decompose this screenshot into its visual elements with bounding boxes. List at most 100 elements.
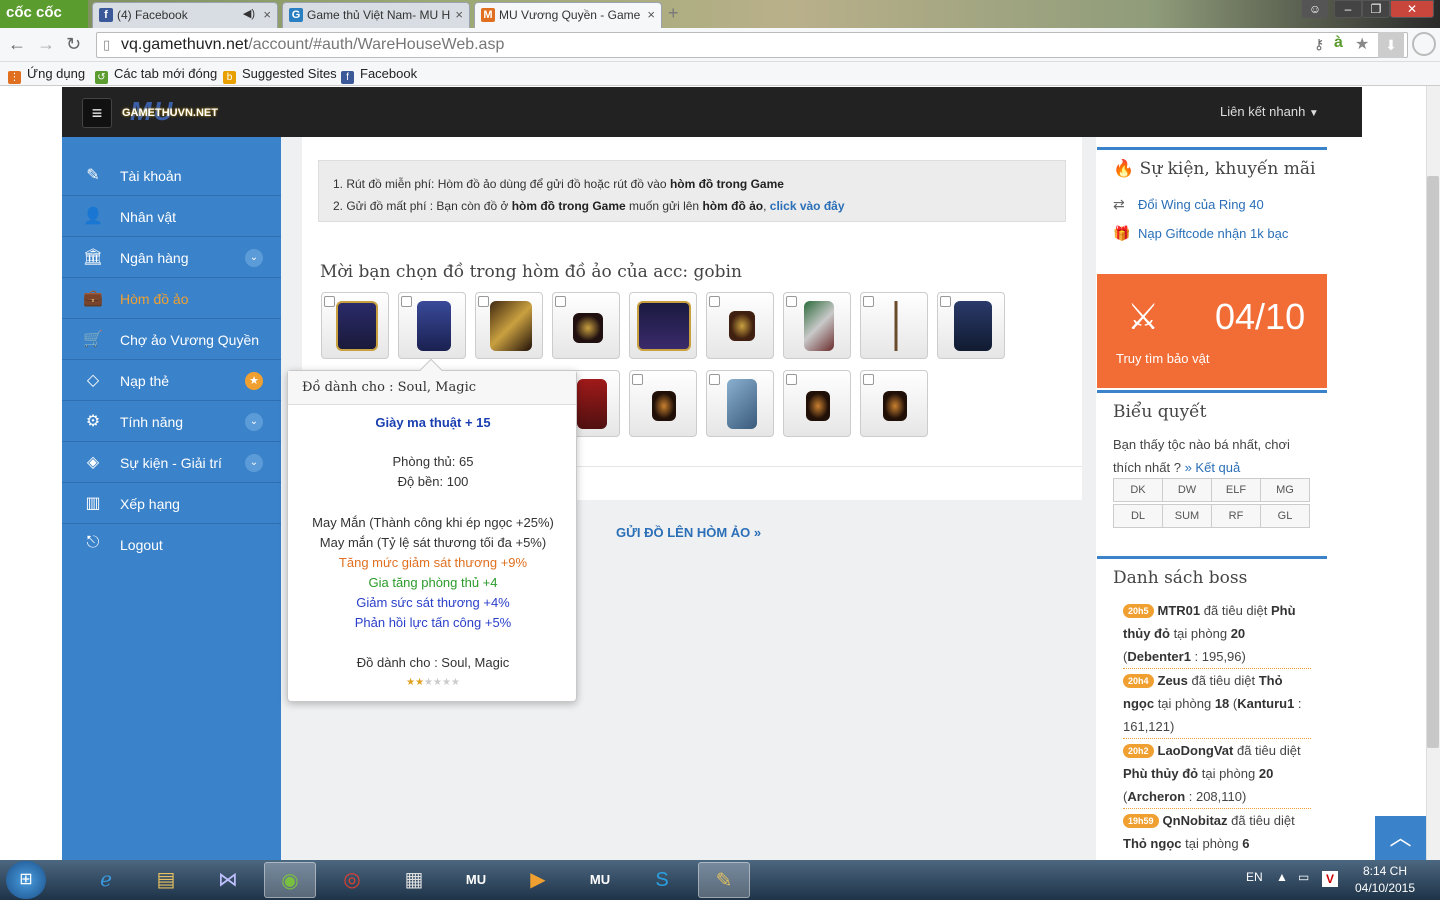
item-slot[interactable]: [398, 292, 466, 359]
item-checkbox[interactable]: [324, 296, 335, 307]
quick-links-dropdown[interactable]: Liên kết nhanh ▼: [1220, 104, 1319, 119]
send-to-chest-link[interactable]: GỬI ĐỒ LÊN HÒM ẢO »: [616, 525, 761, 540]
event-link-wing[interactable]: Đổi Wing của Ring 40: [1138, 197, 1264, 212]
clock-time[interactable]: 8:14 CH: [1350, 864, 1420, 878]
item-slot[interactable]: [706, 370, 774, 437]
bookmark-facebook[interactable]: f Facebook: [341, 66, 417, 84]
item-slot[interactable]: [937, 292, 1005, 359]
show-hidden-icons[interactable]: ▲: [1276, 870, 1288, 884]
bookmark-suggested[interactable]: b Suggested Sites: [223, 66, 337, 84]
item-checkbox[interactable]: [709, 374, 720, 385]
calculator-taskbar-icon[interactable]: ▦: [388, 862, 440, 898]
sidebar-item-features[interactable]: ⚙ Tính năng ⌄: [62, 401, 281, 442]
menu-circle-icon[interactable]: [1412, 32, 1436, 56]
item-slot[interactable]: [629, 370, 697, 437]
item-slot[interactable]: [321, 292, 389, 359]
item-option-blue-1: Giảm sức sát thương +4%: [356, 595, 510, 610]
vietnamese-input-icon[interactable]: à: [1334, 34, 1343, 52]
coccoc-taskbar-icon[interactable]: ◉: [264, 862, 316, 898]
item-slot[interactable]: [475, 292, 543, 359]
tab-facebook[interactable]: f (4) Facebook ◀) ×: [92, 2, 278, 28]
item-checkbox[interactable]: [401, 296, 412, 307]
close-tab-icon[interactable]: ×: [647, 7, 655, 22]
item-checkbox[interactable]: [478, 296, 489, 307]
sidebar-item-virtual-chest[interactable]: 💼 Hòm đồ ảo: [62, 278, 281, 319]
ie-taskbar-icon[interactable]: ℯ: [80, 862, 132, 898]
forward-icon[interactable]: →: [37, 34, 55, 55]
sidebar-item-account[interactable]: ✎ Tài khoản: [62, 155, 281, 196]
item-checkbox[interactable]: [555, 296, 566, 307]
class-button-rf[interactable]: RF: [1211, 504, 1261, 528]
event-link-giftcode[interactable]: Nạp Giftcode nhận 1k bạc: [1138, 226, 1288, 241]
coccoc-logo[interactable]: cốc cốc: [0, 0, 88, 28]
edit-icon: ✎: [86, 167, 100, 184]
class-button-sum[interactable]: SUM: [1162, 504, 1212, 528]
item-slot[interactable]: [552, 292, 620, 359]
item-slot[interactable]: [783, 370, 851, 437]
class-button-dk[interactable]: DK: [1113, 478, 1163, 502]
item-checkbox[interactable]: [863, 374, 874, 385]
sidebar-item-events[interactable]: ◈ Sự kiện - Giải trí ⌄: [62, 442, 281, 483]
unikey-tray-icon[interactable]: V: [1322, 871, 1338, 887]
site-logo[interactable]: MU GAMETHUVN.NET: [122, 96, 242, 126]
chrome-taskbar-icon[interactable]: ◎: [326, 862, 378, 898]
sidebar-item-character[interactable]: 👤 Nhân vật: [62, 196, 281, 237]
sidebar-item-logout[interactable]: ⎋ Logout: [62, 524, 281, 565]
class-button-dl[interactable]: DL: [1113, 504, 1163, 528]
item-slot[interactable]: [783, 292, 851, 359]
class-button-elf[interactable]: ELF: [1211, 478, 1261, 502]
vs-taskbar-icon[interactable]: ⋈: [202, 862, 254, 898]
sidebar-item-bank[interactable]: 🏛 Ngân hàng ⌄: [62, 237, 281, 278]
key-icon[interactable]: ⚷: [1314, 36, 1324, 53]
media-player-taskbar-icon[interactable]: ▶: [512, 862, 564, 898]
new-tab-button[interactable]: +: [668, 4, 688, 24]
clock-date[interactable]: 04/10/2015: [1350, 881, 1420, 895]
item-slot[interactable]: [860, 370, 928, 437]
close-tab-icon[interactable]: ×: [455, 7, 463, 22]
download-icon[interactable]: ⬇: [1378, 32, 1404, 58]
item-checkbox[interactable]: [940, 296, 951, 307]
item-checkbox[interactable]: [632, 374, 643, 385]
item-slot[interactable]: [629, 292, 697, 359]
mu-game-taskbar-icon[interactable]: MU: [574, 862, 626, 898]
user-menu-button[interactable]: ☺: [1302, 0, 1328, 18]
poll-result-link[interactable]: » Kết quả: [1185, 460, 1241, 475]
windows-start-button[interactable]: ⊞: [6, 861, 46, 899]
close-tab-icon[interactable]: ×: [263, 7, 271, 22]
paint-taskbar-icon[interactable]: ✎: [698, 862, 750, 898]
folder-taskbar-icon[interactable]: ▤: [140, 862, 192, 898]
tab-mu-vuong-quyen[interactable]: M MU Vương Quyền - Game ×: [474, 2, 662, 28]
sidebar-item-ranking[interactable]: ▥ Xếp hạng: [62, 483, 281, 524]
hamburger-menu-button[interactable]: ≡: [82, 98, 112, 128]
maximize-button[interactable]: ❐: [1362, 0, 1390, 18]
back-icon[interactable]: ←: [8, 34, 26, 55]
network-icon[interactable]: ▭: [1298, 870, 1309, 884]
scroll-to-top-button[interactable]: ︿: [1375, 816, 1426, 860]
sidebar-item-market[interactable]: 🛒 Chợ ảo Vương Quyền: [62, 319, 281, 360]
tab-gamethu[interactable]: G Game thủ Việt Nam- MU H ×: [282, 2, 470, 28]
minimize-button[interactable]: –: [1334, 0, 1362, 18]
language-indicator[interactable]: EN: [1246, 870, 1263, 884]
scrollbar-thumb[interactable]: [1427, 176, 1439, 748]
treasure-hunt-banner[interactable]: ⚔ 04/10 Truy tìm bảo vật: [1097, 274, 1327, 388]
class-button-gl[interactable]: GL: [1260, 504, 1310, 528]
mu-game-taskbar-icon[interactable]: MU: [450, 862, 502, 898]
item-checkbox[interactable]: [786, 296, 797, 307]
class-button-dw[interactable]: DW: [1162, 478, 1212, 502]
item-checkbox[interactable]: [786, 374, 797, 385]
click-here-link[interactable]: click vào đây: [770, 199, 845, 213]
close-window-button[interactable]: ✕: [1390, 0, 1434, 18]
item-slot[interactable]: [860, 292, 928, 359]
class-button-mg[interactable]: MG: [1260, 478, 1310, 502]
info-line-1: 1. Rút đồ miễn phí: Hòm đồ ảo dùng để gử…: [333, 177, 784, 191]
sidebar-item-topup[interactable]: ◇ Nạp thẻ ★: [62, 360, 281, 401]
skype-taskbar-icon[interactable]: S: [636, 862, 688, 898]
address-bar[interactable]: ▯ vq.gamethuvn.net/account/#auth/WareHou…: [96, 32, 1408, 58]
item-checkbox[interactable]: [709, 296, 720, 307]
reload-icon[interactable]: ↻: [66, 34, 81, 55]
bookmark-recent-tabs[interactable]: ↺ Các tab mới đóng: [95, 66, 217, 84]
bookmark-apps[interactable]: ⋮ Ứng dụng: [8, 66, 85, 84]
item-checkbox[interactable]: [863, 296, 874, 307]
item-slot[interactable]: [706, 292, 774, 359]
star-icon[interactable]: ★: [1355, 34, 1369, 54]
